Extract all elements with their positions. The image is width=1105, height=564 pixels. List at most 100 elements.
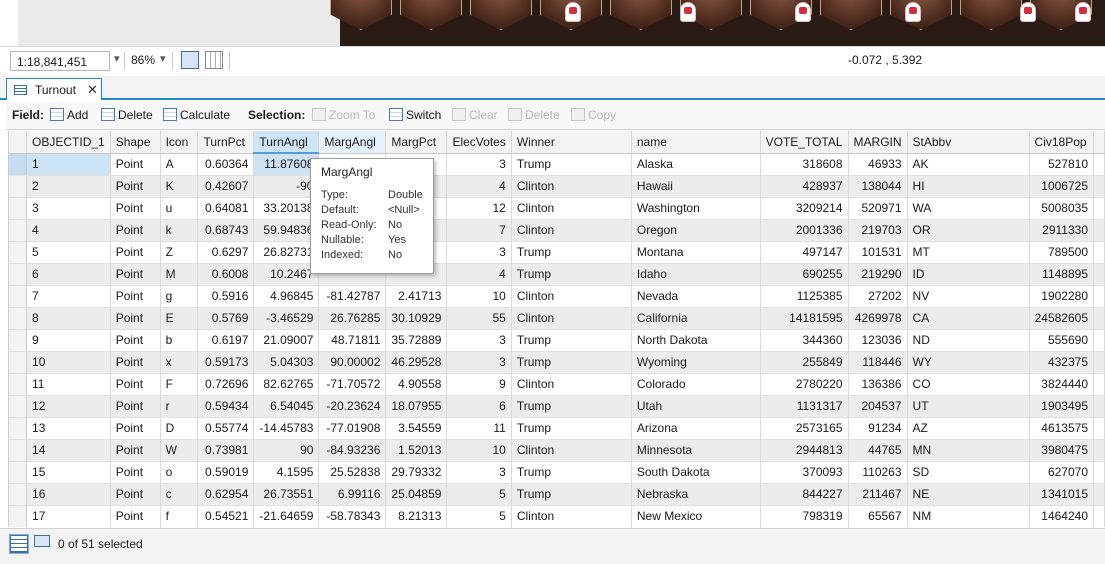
- row-header[interactable]: [9, 461, 28, 484]
- table-cell[interactable]: 0.6197: [197, 329, 255, 352]
- table-cell[interactable]: 3: [446, 351, 512, 374]
- table-cell[interactable]: SD: [907, 461, 1030, 484]
- table-cell[interactable]: 30.10929: [385, 307, 448, 330]
- table-cell[interactable]: -3.46529: [253, 307, 320, 330]
- column-header-margpct[interactable]: MargPct: [385, 131, 448, 154]
- table-cell[interactable]: Point: [110, 263, 161, 286]
- table-cell[interactable]: 428937: [760, 175, 849, 198]
- table-row[interactable]: 10 Point x 0.59173 5.04303 90.00002 46.29528 3 T…: [9, 351, 1105, 374]
- row-header[interactable]: [9, 307, 28, 330]
- table-cell[interactable]: 10: [26, 351, 111, 374]
- table-cell[interactable]: 3: [446, 329, 512, 352]
- table-cell[interactable]: 2001336: [760, 219, 849, 242]
- table-cell[interactable]: 789500: [1029, 241, 1095, 264]
- table-row[interactable]: 6 Point M 0.6008 10.2467 4 Trump Idaho 690255 219…: [9, 263, 1105, 286]
- row-header[interactable]: [9, 329, 28, 352]
- table-cell[interactable]: Clinton: [511, 505, 632, 527]
- column-header-turnpct[interactable]: TurnPct: [197, 131, 255, 154]
- table-cell[interactable]: Trump: [511, 395, 632, 418]
- scale-input[interactable]: 1:18,841,451: [10, 51, 110, 71]
- table-cell[interactable]: 1131317: [760, 395, 849, 418]
- table-row[interactable]: 2 Point K 0.42607 -90 4 Clinton Hawaii 428937 138…: [9, 175, 1105, 198]
- table-cell[interactable]: 8: [26, 307, 111, 330]
- table-cell[interactable]: 432375: [1029, 351, 1095, 374]
- table-cell[interactable]: Clinton: [511, 439, 632, 462]
- table-cell[interactable]: 10: [446, 439, 512, 462]
- table-row[interactable]: 16 Point c 0.62954 26.73551 6.99116 25.04859 5 T…: [9, 483, 1105, 506]
- table-cell[interactable]: 2.41713: [385, 285, 448, 308]
- column-header-winner[interactable]: Winner: [511, 131, 632, 154]
- table-cell[interactable]: 91234: [848, 417, 908, 440]
- table-cell[interactable]: 26.73551: [253, 483, 320, 506]
- delete-selection-button[interactable]: Delete: [508, 108, 560, 122]
- table-cell[interactable]: 844227: [760, 483, 849, 506]
- table-cell[interactable]: Trump: [511, 483, 632, 506]
- table-cell[interactable]: Minnesota: [631, 439, 761, 462]
- table-cell[interactable]: 4: [446, 175, 512, 198]
- table-cell[interactable]: 27202: [848, 285, 908, 308]
- row-header[interactable]: [9, 241, 28, 264]
- table-cell[interactable]: Oregon: [631, 219, 761, 242]
- table-cell[interactable]: Hawaii: [631, 175, 761, 198]
- table-cell[interactable]: 0.59434: [197, 395, 255, 418]
- table-cell[interactable]: Trump: [511, 351, 632, 374]
- table-cell[interactable]: 4.1595: [253, 461, 320, 484]
- table-cell[interactable]: 318608: [760, 153, 849, 176]
- table-cell[interactable]: 3: [446, 153, 512, 176]
- table-cell[interactable]: Trump: [511, 263, 632, 286]
- column-header-stabbv[interactable]: StAbbv: [907, 131, 1030, 154]
- table-cell[interactable]: 90.00002: [318, 351, 387, 374]
- table-row[interactable]: 5 Point Z 0.6297 26.82731 3 Trump Montana 497147…: [9, 241, 1105, 264]
- table-cell[interactable]: 0.42607: [197, 175, 255, 198]
- table-cell[interactable]: OR: [907, 219, 1030, 242]
- table-row[interactable]: 17 Point f 0.54521 -21.64659 -58.78343 8.21313…: [9, 505, 1105, 527]
- table-cell[interactable]: AK: [907, 153, 1030, 176]
- column-header-civ18pop[interactable]: Civ18Pop: [1029, 131, 1095, 154]
- calculate-field-button[interactable]: Calculate: [163, 108, 230, 122]
- row-header[interactable]: [9, 417, 28, 440]
- close-icon[interactable]: ✕: [87, 82, 98, 98]
- column-header-margangl[interactable]: MargAngl: [318, 131, 387, 154]
- table-cell[interactable]: Trump: [511, 241, 632, 264]
- table-cell[interactable]: f: [160, 505, 199, 527]
- table-cell[interactable]: -77.01908: [318, 417, 387, 440]
- table-cell[interactable]: Clinton: [511, 197, 632, 220]
- select-all-corner[interactable]: [9, 131, 28, 154]
- table-cell[interactable]: 18.07955: [385, 395, 448, 418]
- table-cell[interactable]: NM: [907, 505, 1030, 527]
- table-cell[interactable]: Point: [110, 153, 161, 176]
- table-cell[interactable]: 0.60364: [197, 153, 255, 176]
- column-header-name[interactable]: name: [631, 131, 761, 154]
- table-cell[interactable]: Point: [110, 483, 161, 506]
- column-header-margin[interactable]: MARGIN: [848, 131, 908, 154]
- table-cell[interactable]: Trump: [511, 461, 632, 484]
- table-cell[interactable]: 9: [26, 329, 111, 352]
- column-header-elecvotes[interactable]: ElecVotes: [446, 131, 512, 154]
- table-cell[interactable]: 6.54045: [253, 395, 320, 418]
- table-cell[interactable]: 11: [26, 373, 111, 396]
- table-cell[interactable]: 8.21313: [385, 505, 448, 527]
- table-cell[interactable]: Point: [110, 307, 161, 330]
- table-row[interactable]: 1 Point A 0.60364 11.87608 3 Trump Alaska 318608…: [9, 153, 1105, 176]
- row-header[interactable]: [9, 373, 28, 396]
- table-cell[interactable]: -20.23624: [318, 395, 387, 418]
- table-cell[interactable]: 110263: [848, 461, 908, 484]
- attribute-table[interactable]: OBJECTID_1 Shape Icon TurnPct TurnAngl MargAn…: [8, 131, 1105, 527]
- table-cell[interactable]: 14181595: [760, 307, 849, 330]
- row-header[interactable]: [9, 351, 28, 374]
- table-cell[interactable]: 0.6008: [197, 263, 255, 286]
- table-cell[interactable]: 29.79332: [385, 461, 448, 484]
- table-cell[interactable]: 520971: [848, 197, 908, 220]
- table-cell[interactable]: 14: [26, 439, 111, 462]
- table-cell[interactable]: g: [160, 285, 199, 308]
- table-cell[interactable]: 255849: [760, 351, 849, 374]
- table-cell[interactable]: Alaska: [631, 153, 761, 176]
- table-cell[interactable]: Nebraska: [631, 483, 761, 506]
- row-header[interactable]: [9, 483, 28, 506]
- grid-icon[interactable]: [205, 51, 223, 69]
- table-cell[interactable]: M: [160, 263, 199, 286]
- table-cell[interactable]: 82.62765: [253, 373, 320, 396]
- table-cell[interactable]: 204537: [848, 395, 908, 418]
- table-cell[interactable]: Point: [110, 329, 161, 352]
- table-cell[interactable]: 3: [446, 241, 512, 264]
